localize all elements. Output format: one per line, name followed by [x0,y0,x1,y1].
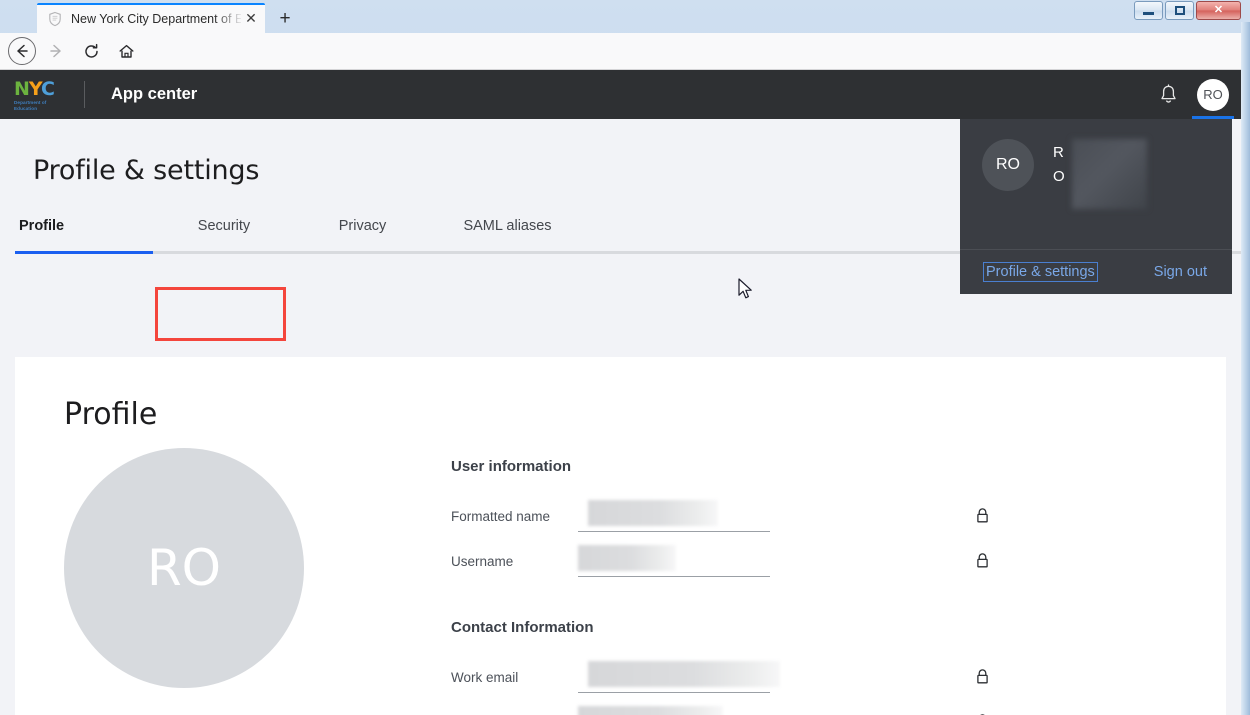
account-menu-actions: Profile & settings Sign out [960,250,1232,294]
logo-letter-y: Y [28,77,42,100]
work-email-label: Work email [451,670,519,685]
tab-privacy-label: Privacy [338,218,387,234]
back-button[interactable] [8,37,36,65]
reload-button[interactable] [76,36,106,66]
user-information-title: User information [451,458,572,475]
app-center-title: App center [111,85,198,103]
logo-letter-n: N [14,77,30,100]
redacted-name-overlay [1072,139,1147,209]
browser-tab-title: New York City Department of E [71,12,241,26]
avatar-initials: RO [1203,87,1223,102]
app-header-right: RO [1158,70,1234,120]
tab-profile-label: Profile [19,218,65,234]
redacted-value-overlay [578,706,723,715]
lock-icon [975,668,990,685]
logo-subtitle-line2: Education [14,105,38,111]
forward-button[interactable] [41,36,71,66]
username-input[interactable] [578,543,770,577]
header-divider [84,81,85,108]
menu-avatar-initials: RO [996,156,1020,173]
user-information-section: User information Formatted name Username [451,458,1011,577]
tab-privacy-underline [295,251,430,254]
tab-privacy[interactable]: Privacy [295,209,430,254]
browser-window: ✕ New York City Department of E ✕ + NYC … [0,0,1250,715]
redacted-value-overlay [588,661,780,687]
account-dropdown-menu: RO R O Profile & settings Sign out [960,119,1232,294]
profile-content-card: Profile RO User information Formatted na… [15,357,1226,715]
new-tab-button[interactable]: + [272,6,298,32]
shield-favicon-icon [47,11,63,27]
formatted-name-input[interactable] [578,498,770,532]
nyc-logo-letters: NYC [14,77,62,100]
field-formatted-name: Formatted name [451,487,1011,532]
logo-letter-c: C [41,77,55,100]
tab-security-label: Security [197,218,251,234]
profile-and-settings-link[interactable]: Profile & settings [983,262,1098,282]
logo-subtitle-line1: Department of [14,99,47,105]
tab-security-underline [153,251,295,254]
formatted-name-label: Formatted name [451,509,551,524]
home-button[interactable] [111,36,141,66]
contact-information-section: Contact Information Work email Work n [451,619,1011,715]
app-header: NYC Department of Education App center R… [0,70,1241,120]
redacted-value-overlay [578,545,676,571]
browser-tab[interactable]: New York City Department of E ✕ [37,3,265,33]
work-number-input[interactable] [578,704,770,715]
menu-avatar: RO [982,139,1034,191]
tab-security[interactable]: Security [153,209,295,254]
tab-saml-aliases-label: SAML aliases [463,218,552,234]
account-menu-identity: RO R O [960,119,1232,249]
field-work-number: Work number [451,693,1011,715]
menu-user-name-line1: R [1053,144,1064,161]
nyc-doe-logo[interactable]: NYC Department of Education [14,77,62,111]
profile-form: User information Formatted name Username… [451,448,1011,715]
username-label: Username [451,554,514,569]
redacted-value-overlay [588,500,718,526]
menu-user-name: R O [1053,139,1147,209]
security-tab-annotation-box [155,287,286,341]
mouse-cursor [738,278,754,306]
menu-user-name-line2: O [1053,168,1065,185]
browser-tab-close-icon[interactable]: ✕ [243,11,259,27]
tab-saml-aliases-underline [430,251,585,254]
profile-columns: RO User information Formatted name Usern… [15,448,1226,715]
content-title: Profile [64,397,158,432]
sign-out-link[interactable]: Sign out [1154,264,1207,280]
tab-profile-underline [15,251,153,254]
browser-tabstrip: New York City Department of E ✕ + [0,0,1250,33]
tab-saml-aliases[interactable]: SAML aliases [430,209,585,254]
tab-profile[interactable]: Profile [15,209,153,254]
field-work-email: Work email [451,648,1011,693]
notifications-bell-icon[interactable] [1158,83,1179,106]
work-email-input[interactable] [578,659,780,693]
account-avatar-button[interactable]: RO [1192,78,1234,120]
profile-avatar[interactable]: RO [64,448,304,688]
page-viewport: NYC Department of Education App center R… [0,70,1241,715]
browser-navbar: https://idpcloud.nycenet.edu/usc/setting… [0,33,1250,99]
contact-information-title: Contact Information [451,619,594,636]
profile-avatar-initials: RO [146,539,222,597]
field-username: Username [451,532,1011,577]
lock-icon [975,507,990,524]
window-right-border [1241,22,1250,715]
lock-icon [975,552,990,569]
